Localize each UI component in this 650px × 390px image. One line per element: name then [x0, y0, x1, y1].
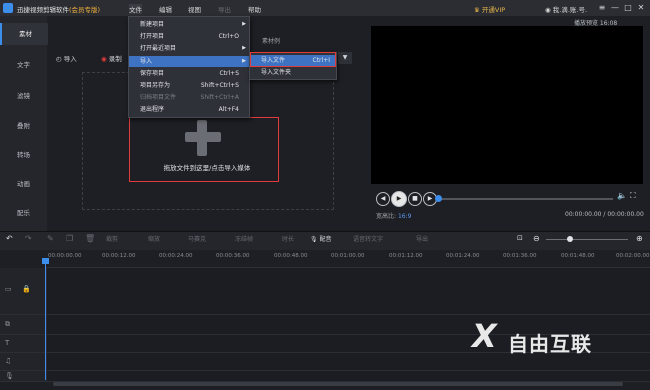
- fit-icon[interactable]: ⊡: [517, 234, 523, 242]
- import-button[interactable]: ◴ 导入: [56, 53, 77, 63]
- ruler-label: 00:01:24.00: [446, 253, 480, 259]
- ruler-label: 00:02:00.00: [616, 253, 650, 259]
- menu-item-open-recent[interactable]: 打开最近项目 ▶: [129, 43, 249, 54]
- account-button[interactable]: ◉ 我.滴.账.号.: [545, 4, 587, 14]
- ruler-label: 00:00:36.00: [216, 253, 250, 259]
- ruler-label: 00:00:12.00: [102, 253, 136, 259]
- menu-item-import-folder[interactable]: 导入文件夹: [250, 67, 336, 78]
- close-icon[interactable]: ✕: [635, 2, 647, 14]
- app-title: 迅捷视频剪辑软件(会员专版): [17, 6, 101, 14]
- voice-track[interactable]: [0, 371, 650, 382]
- menu-item-open-project[interactable]: 打开项目 Ctrl+O: [129, 31, 249, 42]
- menu-item-new-project[interactable]: 新建项目 ▶: [129, 19, 249, 30]
- preview-screen: [371, 26, 643, 184]
- app-logo-icon: [3, 3, 13, 13]
- ruler-label: 00:01:12.00: [389, 253, 423, 259]
- menu-help[interactable]: 帮助: [248, 4, 261, 14]
- mosaic-button[interactable]: 马赛克: [188, 234, 206, 243]
- duration-button[interactable]: 时长: [282, 234, 294, 243]
- zoom-slider[interactable]: [546, 239, 628, 240]
- nav-material[interactable]: 素材: [0, 23, 49, 45]
- menu-edit[interactable]: 编辑: [159, 4, 172, 14]
- crop-button[interactable]: 裁剪: [106, 234, 118, 243]
- menu-item-archive: 归档项目文件 Shift+Ctrl+A: [140, 94, 239, 101]
- watermark-logo-icon: X: [472, 317, 497, 355]
- stop-icon[interactable]: ■: [408, 192, 422, 206]
- menu-item-save-project[interactable]: 保存项目 Ctrl+S: [129, 68, 249, 79]
- ruler-label: 00:00:00.00: [48, 253, 82, 259]
- vip-button[interactable]: ♛ 开通VIP: [474, 4, 505, 14]
- video-track-icon: ▭: [5, 285, 12, 293]
- ruler-label: 00:00:24.00: [159, 253, 193, 259]
- menu-item-import[interactable]: 导入 ▶: [129, 56, 249, 67]
- prev-frame-icon[interactable]: ◀: [376, 192, 390, 206]
- play-icon[interactable]: ▶: [391, 191, 407, 207]
- text-track-icon: T: [5, 339, 10, 347]
- volume-icon[interactable]: 🔈: [617, 191, 627, 200]
- overlay-track-icon: ⧉: [5, 320, 10, 328]
- ruler-label: 00:00:48.00: [274, 253, 308, 259]
- menu-export[interactable]: 导出: [218, 4, 231, 14]
- video-track[interactable]: [0, 268, 650, 315]
- ruler-label: 00:01:00.00: [331, 253, 365, 259]
- title-bar: 迅捷视频剪辑软件(会员专版) 文件 编辑 视图 导出 帮助 ♛ 开通VIP ◉ …: [0, 0, 650, 16]
- zoom-slider-handle[interactable]: [567, 236, 573, 242]
- microphone-icon: 🎙: [5, 372, 14, 380]
- minimize-icon[interactable]: —: [609, 2, 621, 14]
- dub-button[interactable]: 🎙 配音: [310, 234, 332, 243]
- menu-view[interactable]: 视图: [188, 4, 201, 14]
- left-nav: 素材 文字 滤镜 叠附 转场 动画 配乐: [0, 16, 49, 231]
- record-icon: ◉: [101, 55, 109, 63]
- record-button[interactable]: ◉ 录制: [101, 53, 122, 63]
- dropdown-toggle[interactable]: ▼: [338, 52, 352, 64]
- aspect-ratio[interactable]: 宽高比: 16:9: [376, 211, 411, 220]
- timeline-ruler[interactable]: 00:00:00.00 00:00:12.00 00:00:24.00 00:0…: [46, 251, 650, 268]
- nav-text[interactable]: 文字: [0, 54, 47, 76]
- edit-icon[interactable]: ✎: [47, 234, 54, 243]
- drop-text: 拖放文件到这里/点击导入媒体: [163, 164, 251, 172]
- nav-transition[interactable]: 转场: [0, 144, 47, 166]
- speech-to-text-button[interactable]: 语音转文字: [353, 234, 383, 243]
- seek-handle[interactable]: [435, 195, 442, 202]
- import-icon: ◴: [56, 55, 64, 63]
- redo-icon[interactable]: ↷: [25, 234, 32, 243]
- export-button[interactable]: 导出: [416, 234, 428, 243]
- ruler-label: 00:01:48.00: [561, 253, 595, 259]
- highlight-box: [250, 52, 336, 67]
- timecode: 00:00:00.00 / 00:00:00.00: [565, 211, 644, 218]
- track-lock-icon[interactable]: 🔒: [22, 285, 31, 293]
- nav-overlay[interactable]: 叠附: [0, 115, 47, 137]
- nav-animation[interactable]: 动画: [0, 173, 47, 195]
- user-icon: ◉: [545, 6, 553, 14]
- settings-menu-icon[interactable]: ≡: [596, 2, 608, 14]
- zoom-button[interactable]: 缩放: [148, 234, 160, 243]
- zoom-out-icon[interactable]: ⊖: [533, 234, 540, 243]
- maximize-icon[interactable]: □: [622, 2, 634, 14]
- nav-filter[interactable]: 滤镜: [0, 85, 47, 107]
- undo-icon[interactable]: ↶: [6, 234, 13, 243]
- menu-file[interactable]: 文件: [129, 4, 142, 14]
- freeze-frame-button[interactable]: 冻结帧: [235, 234, 253, 243]
- menu-item-exit[interactable]: 退出程序 Alt+F4: [129, 104, 249, 115]
- menu-item-save-as[interactable]: 项目另存为 Shift+Ctrl+S: [129, 80, 249, 91]
- nav-music[interactable]: 配乐: [0, 202, 47, 224]
- sample-tab[interactable]: 素材例: [262, 36, 280, 45]
- fullscreen-icon[interactable]: ⛶: [630, 191, 636, 201]
- file-menu: 新建项目 ▶ 打开项目 Ctrl+O 打开最近项目 ▶ 导入 ▶ 保存项目 Ctrl+S …: [128, 16, 250, 118]
- timeline-scrollbar[interactable]: [53, 382, 623, 386]
- zoom-in-icon[interactable]: ⊕: [636, 234, 643, 243]
- copy-icon[interactable]: ❐: [66, 234, 73, 243]
- music-note-icon: ♫: [5, 357, 12, 365]
- seek-bar[interactable]: [437, 198, 613, 200]
- playhead[interactable]: [45, 260, 46, 380]
- watermark-text: 自由互联: [508, 332, 592, 356]
- add-media-icon[interactable]: [183, 118, 223, 158]
- delete-icon[interactable]: 🗑: [85, 234, 95, 243]
- ruler-label: 00:01:36.00: [503, 253, 537, 259]
- crown-icon: ♛: [474, 6, 482, 14]
- microphone-icon: 🎙: [310, 236, 318, 243]
